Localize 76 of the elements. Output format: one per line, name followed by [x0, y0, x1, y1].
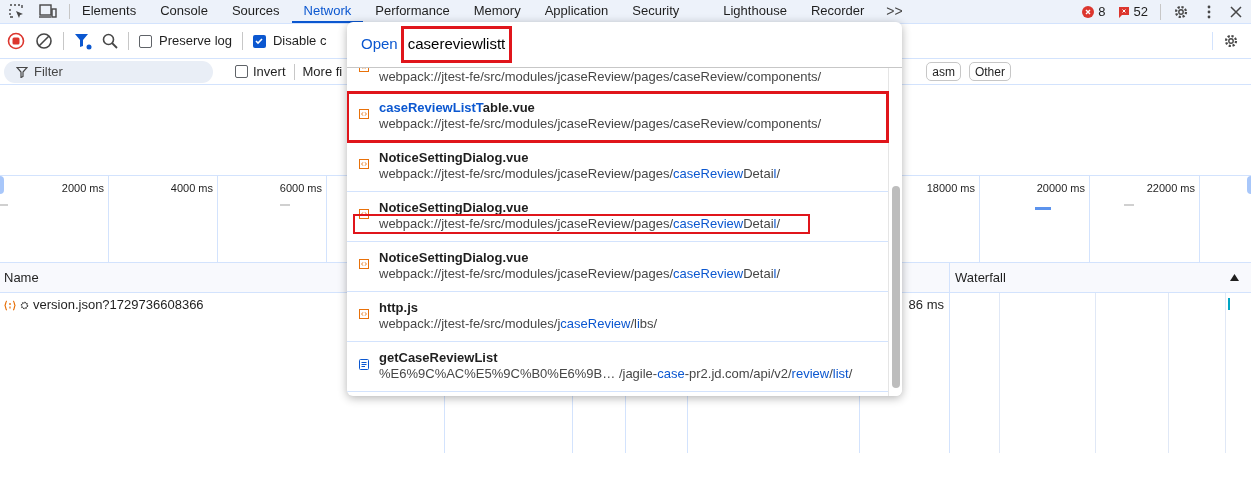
json-file-icon — [4, 299, 16, 311]
code-file-icon — [359, 209, 369, 219]
file-name: NoticeSettingDialog.vue — [379, 150, 529, 166]
preserve-log-checkbox[interactable] — [139, 34, 152, 48]
search-field[interactable]: casereviewlistt — [400, 26, 513, 63]
file-path: %E6%9C%AC%E5%9C%B0%E6%9B… /jagile-case-pr2.jd.com/api/v2/review/list/ — [379, 366, 853, 382]
message-count[interactable]: 52 — [1133, 1, 1148, 22]
table-cell-text: 86 ms — [908, 296, 944, 315]
close-icon[interactable] — [1229, 4, 1243, 19]
more-filters-label[interactable]: More fi — [302, 61, 343, 82]
clear-icon[interactable] — [35, 32, 53, 50]
result-item[interactable]: http.js webpack://jtest-fe/src/modules/jcaseReview/libs/ — [347, 292, 888, 342]
panel-tab[interactable]: Lighthouse — [711, 0, 799, 23]
panel-tab[interactable]: Sources — [219, 0, 292, 23]
file-path: webpack://jtest-fe/src/modules/jcaseReview/pages/caseReview/components/ — [379, 116, 822, 132]
file-name: NoticeSettingDialog.vue — [379, 200, 529, 216]
time-tick-label: 22000 ms — [1146, 181, 1195, 196]
file-path: webpack://jtest-fe/src/modules/jcaseReview/pages/caseReview/components/ — [379, 69, 822, 85]
preserve-log-label: Preserve log — [159, 32, 232, 51]
search-icon[interactable] — [102, 33, 118, 49]
filter-icon[interactable] — [74, 32, 92, 50]
table-cell-text: version.json?1729736608366 — [33, 296, 204, 315]
overview-handle[interactable] — [1247, 176, 1251, 194]
result-item[interactable]: NoticeSettingDialog.vue webpack://jtest-fe/src/modules/jcaseReview/pages/caseReviewDetail/ — [347, 142, 888, 192]
device-toolbar-icon[interactable] — [39, 4, 57, 19]
code-file-icon — [359, 309, 369, 319]
result-item[interactable]: NoticeSettingDialog.vue webpack://jtest-fe/src/modules/jcaseReview/pages/caseReviewDetail/ — [347, 242, 888, 292]
settings-icon[interactable] — [1173, 3, 1189, 20]
disable-cache-label: Disable c — [273, 32, 327, 51]
record-stop-icon[interactable] — [7, 32, 25, 50]
panel-tab[interactable]: Application — [532, 0, 621, 23]
error-count[interactable]: 8 — [1098, 1, 1106, 22]
file-name: http.js — [379, 300, 418, 316]
file-path: webpack://jtest-fe/src/modules/jcaseReview/pages/caseReviewDetail/ — [355, 216, 809, 232]
settings-icon[interactable] — [1223, 33, 1239, 49]
error-icon — [1082, 5, 1095, 18]
sort-ascending-icon[interactable] — [1230, 274, 1239, 281]
time-tick-label: 6000 ms — [279, 181, 322, 196]
panel-tab[interactable]: Console — [148, 0, 220, 23]
result-item[interactable]: getCaseReviewList %E6%9C%AC%E5%9C%B0%E6%9B… /jagile-case-pr2.jd.com/api/v2/review/list/ — [347, 342, 888, 392]
time-tick-label: 20000 ms — [1036, 181, 1085, 196]
open-prefix: Open — [361, 34, 398, 55]
file-name: caseReviewListTable.vue — [379, 100, 535, 116]
file-path: webpack://jtest-fe/src/modules/jcaseReview/pages/caseReviewDetail/ — [379, 166, 781, 182]
filter-icon — [16, 65, 28, 78]
invert-label: Invert — [253, 62, 286, 81]
time-tick-label: 2000 ms — [61, 181, 104, 196]
panel-tab[interactable]: Recorder — [798, 0, 877, 23]
overview-handle[interactable] — [0, 176, 4, 194]
column-header[interactable]: Waterfall — [955, 267, 1006, 288]
scrollbar-thumb[interactable] — [891, 186, 900, 388]
message-icon — [1117, 5, 1130, 18]
type-filter-chip[interactable]: Other — [968, 62, 1011, 81]
panel-tab[interactable]: Memory — [461, 0, 533, 23]
document-icon — [359, 359, 369, 370]
panel-tab[interactable]: Security — [620, 0, 692, 23]
code-file-icon — [359, 159, 369, 169]
code-file-icon — [359, 259, 369, 269]
request-bar — [1035, 207, 1051, 210]
gear-icon — [20, 300, 29, 310]
file-name: NoticeSettingDialog.vue — [379, 250, 529, 266]
file-name: getCaseReviewList — [379, 350, 498, 366]
inspect-element-icon[interactable] — [9, 3, 25, 20]
panel-tab[interactable]: Elements — [70, 0, 149, 23]
file-path: webpack://jtest-fe/src/modules/jcaseReview/libs/ — [379, 316, 658, 332]
disable-cache-checkbox[interactable] — [253, 34, 266, 48]
filter-field[interactable]: Filter — [4, 60, 213, 83]
time-tick-label: 18000 ms — [926, 181, 975, 196]
result-item[interactable]: caseReviewListTable.vue webpack://jtest-fe/src/modules/jcaseReview/pages/caseReview/components/ — [347, 92, 888, 142]
more-tabs-button[interactable]: >> — [876, 0, 913, 23]
type-filter-chip[interactable]: asm — [926, 62, 961, 81]
time-tick-label: 4000 ms — [170, 181, 213, 196]
code-file-icon — [359, 109, 369, 119]
panel-tab[interactable]: Performance — [363, 0, 462, 23]
result-item[interactable]: NoticeSettingDialog.vue webpack://jtest-fe/src/modules/jcaseReview/pages/caseReviewDetail/ — [347, 192, 888, 242]
invert-checkbox[interactable] — [235, 65, 248, 78]
